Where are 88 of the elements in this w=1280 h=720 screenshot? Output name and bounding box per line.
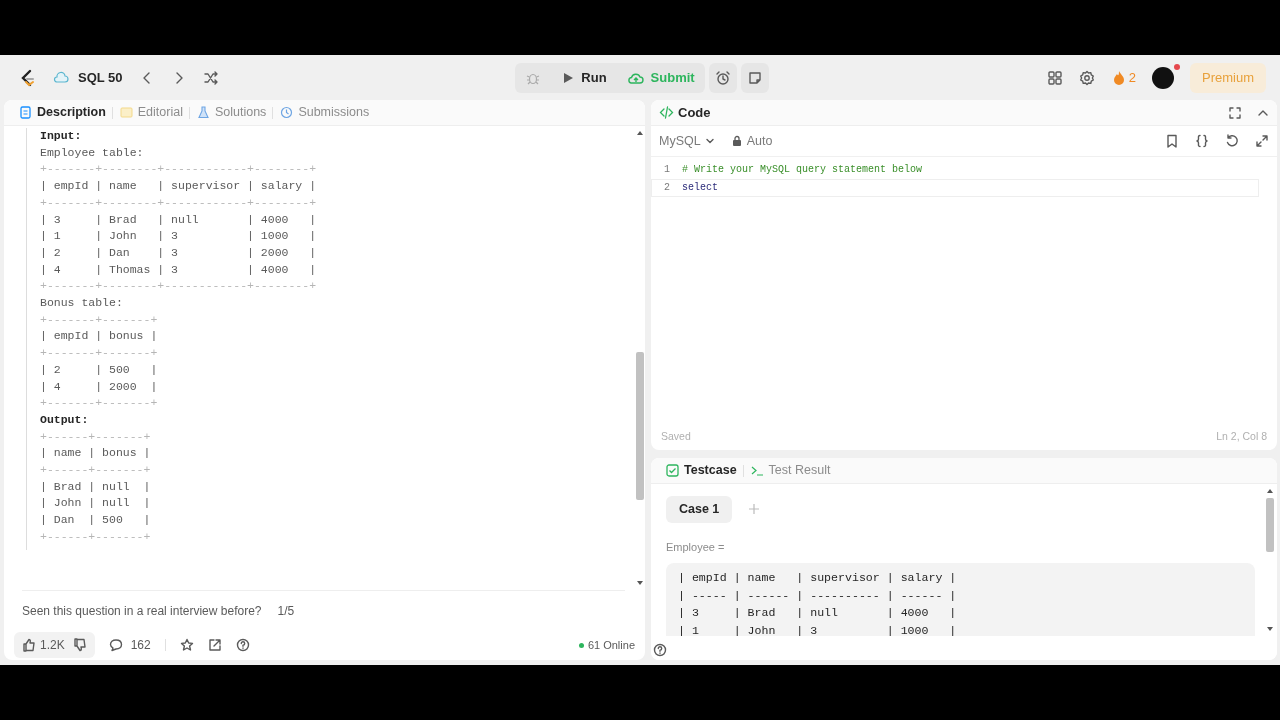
reset-icon[interactable]	[1225, 134, 1239, 148]
comment-icon	[108, 638, 123, 652]
code-panel-title: Code	[659, 102, 711, 123]
lock-icon	[730, 135, 743, 147]
cursor-position: Ln 2, Col 8	[1216, 429, 1267, 445]
table-line: | 3 | Brad | null | 4000 |	[678, 605, 958, 622]
online-count: 61 Online	[587, 637, 635, 653]
thumbs-up-icon	[22, 638, 36, 652]
help-icon[interactable]	[653, 642, 667, 657]
case-tab[interactable]: Case 1	[666, 496, 733, 523]
share-icon[interactable]	[207, 638, 222, 652]
panel-tab[interactable]: Testcase	[659, 461, 743, 480]
shuffle-icon[interactable]	[202, 69, 219, 86]
ascii-table-line: | 2 | Dan | 3 | 2000 |	[40, 244, 317, 261]
ascii-table-line: | Dan | 500 |	[40, 512, 152, 529]
ascii-table-line: +------+-------+	[40, 462, 152, 479]
problem-list-link[interactable]: SQL 50	[52, 67, 123, 88]
ascii-table-line: | 2 | 500 |	[40, 361, 159, 378]
ascii-table-line: | 4 | 2000 |	[40, 378, 159, 395]
table-line: | 1 | John | 3 | 1000 |	[678, 622, 958, 636]
language-dropdown[interactable]: MySQL	[659, 131, 715, 151]
ascii-table-line: | empId | name | supervisor | salary |	[40, 178, 317, 195]
ascii-table-line: | 3 | Brad | null | 4000 |	[40, 211, 317, 228]
like-button[interactable]: 1.2K	[22, 636, 65, 654]
braces-icon[interactable]	[1195, 134, 1209, 148]
scroll-down-icon[interactable]	[1266, 626, 1274, 632]
scroll-up-icon[interactable]	[636, 130, 644, 136]
scrollbar-thumb[interactable]	[1266, 498, 1274, 552]
star-icon[interactable]	[179, 638, 194, 652]
ascii-table-line: +------+-------+	[40, 528, 152, 545]
thumbs-down-icon[interactable]	[72, 638, 87, 652]
run-button[interactable]: Run	[551, 62, 617, 93]
testcase-input[interactable]: | empId | name | supervisor | salary | | ----- | ------ | ---------- | ------ | | 3 | Brad | null | 4000 | | 1 | John | 3 | 1000 |	[666, 563, 1255, 636]
ascii-table-line: +-------+-------+	[40, 395, 159, 412]
panel-tab[interactable]: Editorial	[112, 103, 189, 122]
ascii-table-line: +-------+--------+------------+--------+	[40, 194, 317, 211]
mode-label: Auto	[730, 131, 773, 151]
table-line: | empId | name | supervisor | salary |	[678, 570, 958, 587]
alarm-button[interactable]	[708, 62, 737, 93]
parameter-label: Employee =	[666, 539, 726, 555]
expand-icon[interactable]	[1255, 134, 1269, 148]
code-icon	[659, 105, 674, 120]
ascii-table-line: | name | bonus |	[40, 445, 152, 462]
like-group[interactable]: 1.2K	[14, 632, 95, 658]
ascii-table-line: | John | null |	[40, 495, 152, 512]
interview-question: Seen this question in a real interview before?	[22, 602, 262, 620]
rating-text: 1/5	[277, 602, 295, 620]
alarm-clock-icon	[714, 69, 731, 86]
avatar[interactable]	[1152, 66, 1174, 89]
save-status: Saved	[661, 429, 691, 445]
scrollbar-thumb[interactable]	[636, 352, 644, 500]
panel-tab[interactable]: Description	[12, 103, 112, 122]
history-icon	[279, 105, 295, 120]
ascii-table-line: +-------+--------+------------+--------+	[40, 278, 317, 295]
book-icon	[118, 105, 134, 120]
fullscreen-icon[interactable]	[1229, 106, 1241, 119]
table-caption: Bonus table:	[40, 295, 124, 312]
layout-grid-icon[interactable]	[1046, 69, 1063, 86]
note-icon	[746, 69, 763, 86]
panel-tab[interactable]: Submissions	[273, 103, 376, 122]
ascii-table-line: +-------+-------+	[40, 311, 159, 328]
code-line[interactable]: 1 # Write your MySQL query statement below	[651, 161, 1259, 179]
ascii-table-line: +------+-------+	[40, 428, 152, 445]
online-dot	[578, 642, 584, 648]
document-icon	[18, 105, 33, 120]
ascii-table-line: | empId | bonus |	[40, 328, 159, 345]
settings-icon[interactable]	[1078, 69, 1095, 86]
scroll-down-icon[interactable]	[636, 580, 644, 586]
panel-tab[interactable]: Test Result	[743, 461, 837, 480]
flask-icon	[195, 105, 211, 120]
comments-button[interactable]: 162	[108, 636, 151, 654]
ascii-table-line: +-------+-------+	[40, 345, 159, 362]
caret-icon	[704, 136, 715, 146]
notes-button[interactable]	[740, 62, 769, 93]
panel-tab[interactable]: Solutions	[189, 103, 273, 122]
notification-dot	[1174, 63, 1180, 70]
ascii-table-line: | 4 | Thomas | 3 | 4000 |	[40, 261, 317, 278]
ascii-table-line: | 1 | John | 3 | 1000 |	[40, 228, 317, 245]
scroll-up-icon[interactable]	[1266, 488, 1274, 494]
ascii-table-line: +-------+--------+------------+--------+	[40, 161, 317, 178]
table-line: | ----- | ------ | ---------- | ------ |	[678, 587, 958, 604]
checkbox-icon	[665, 463, 680, 478]
help-icon[interactable]	[235, 638, 250, 652]
ascii-table-line: | Brad | null |	[40, 478, 152, 495]
table-caption: Employee table:	[40, 144, 145, 161]
section-heading: Output:	[40, 411, 90, 428]
bookmark-icon[interactable]	[1165, 134, 1179, 148]
section-heading: Input:	[40, 128, 83, 144]
